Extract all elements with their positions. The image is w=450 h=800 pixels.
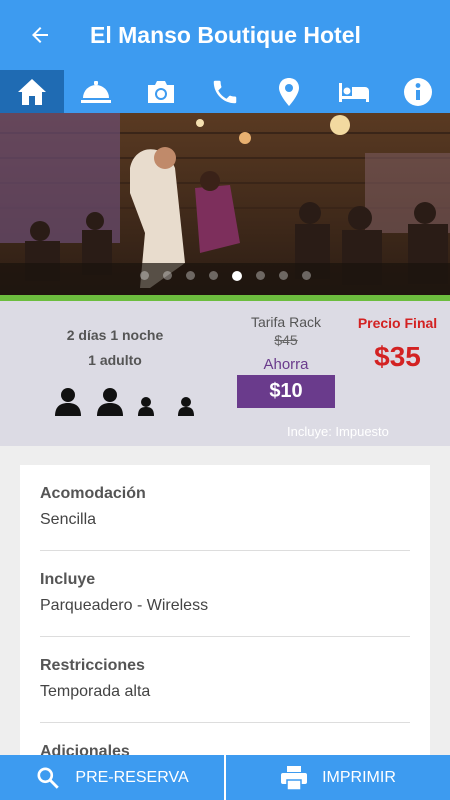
rack-rate-price: $45 <box>274 332 298 348</box>
rack-rate-label: Tarifa Rack <box>250 314 322 330</box>
phone-icon <box>213 80 237 103</box>
child-icon <box>178 397 194 416</box>
detail-value: Parqueadero - Wireless <box>40 597 209 614</box>
photo-carousel[interactable] <box>0 113 450 295</box>
carousel-indicator <box>0 271 450 281</box>
adult-icon <box>97 388 123 416</box>
bed-icon <box>338 82 369 102</box>
info-icon <box>403 77 432 106</box>
detail-row-accommodation: Acomodación Sencilla <box>40 465 410 551</box>
detail-label: Incluye <box>40 571 96 588</box>
hotel-photo <box>0 113 450 295</box>
final-price: $35 <box>374 341 421 372</box>
home-icon <box>18 78 47 105</box>
tab-home[interactable] <box>0 70 65 113</box>
room-service-icon <box>81 80 112 103</box>
tab-services[interactable] <box>64 70 128 113</box>
map-pin-icon <box>279 77 300 106</box>
prereserve-button[interactable]: PRE-RESERVA <box>0 755 224 800</box>
guest-icons <box>53 386 213 416</box>
savings-label: Ahorra <box>263 356 309 373</box>
detail-label: Acomodación <box>40 485 146 502</box>
savings-amount: $10 <box>237 375 335 408</box>
printer-icon <box>281 765 308 791</box>
child-icon <box>138 397 154 416</box>
carousel-dot[interactable] <box>162 271 172 280</box>
rack-rate: Tarifa Rack $45 <box>236 314 336 348</box>
carousel-dot[interactable] <box>139 271 149 280</box>
detail-row-includes: Incluye Parqueadero - Wireless <box>40 551 410 637</box>
detail-label: Restricciones <box>40 657 145 674</box>
bottom-action-bar: PRE-RESERVA IMPRIMIR <box>0 755 450 800</box>
final-price-label: Precio Final <box>357 315 438 331</box>
tab-gallery[interactable] <box>129 70 193 113</box>
guests-text: 1 adulto <box>88 352 142 368</box>
details-card: Acomodación Sencilla Incluye Parqueadero… <box>20 465 430 800</box>
carousel-dot[interactable] <box>278 271 288 280</box>
carousel-dot[interactable] <box>301 271 311 280</box>
camera-icon <box>147 80 174 103</box>
detail-row-restrictions: Restricciones Temporada alta <box>40 637 410 723</box>
tax-note: Incluye: Impuesto <box>287 424 389 439</box>
carousel-dot[interactable] <box>255 271 265 280</box>
page-title: El Manso Boutique Hotel <box>90 21 361 48</box>
tab-contact[interactable] <box>193 70 257 113</box>
prereserve-label: PRE-RESERVA <box>75 768 189 786</box>
print-label: IMPRIMIR <box>322 768 396 786</box>
app-bar: El Manso Boutique Hotel <box>0 0 450 70</box>
print-button[interactable]: IMPRIMIR <box>226 755 450 800</box>
carousel-dot[interactable] <box>208 271 218 280</box>
back-button[interactable] <box>0 0 80 70</box>
section-tab-bar <box>0 70 450 113</box>
search-icon <box>37 766 60 789</box>
stay-summary: 2 días 1 noche 1 adulto <box>45 323 185 373</box>
price-summary: 2 días 1 noche 1 adulto Tarifa Rack $45 … <box>0 301 450 446</box>
tab-rooms[interactable] <box>321 70 385 113</box>
detail-value: Sencilla <box>40 511 97 528</box>
carousel-dot-active[interactable] <box>231 271 242 281</box>
tab-location[interactable] <box>257 70 321 113</box>
detail-value: Temporada alta <box>40 683 151 700</box>
carousel-dot[interactable] <box>185 271 195 280</box>
nights-text: 2 días 1 noche <box>66 327 164 343</box>
arrow-left-icon <box>32 27 48 43</box>
tab-info[interactable] <box>386 70 450 113</box>
adult-icon <box>55 388 81 416</box>
